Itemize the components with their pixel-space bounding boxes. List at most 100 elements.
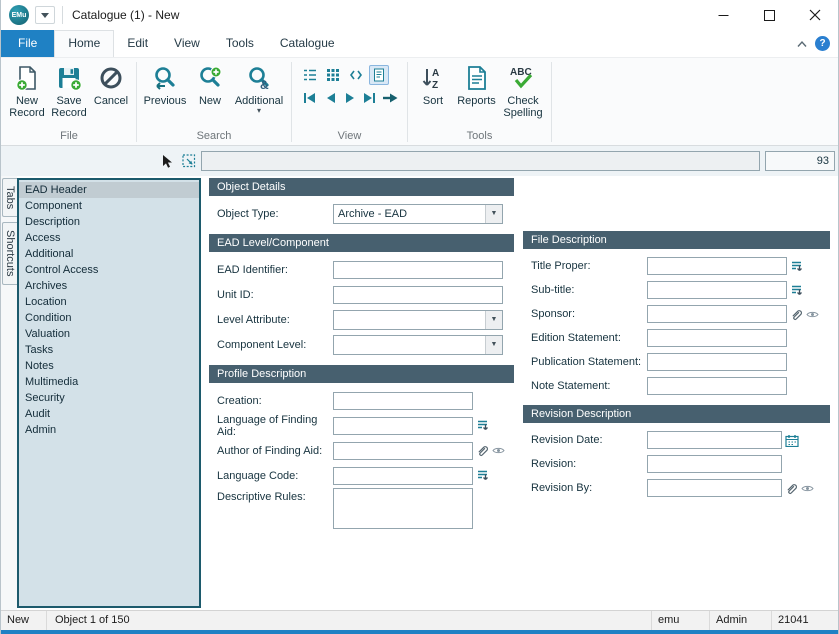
tab-home[interactable]: Home <box>54 30 114 57</box>
ead-identifier-input[interactable] <box>333 261 503 279</box>
maximize-button[interactable] <box>746 0 792 30</box>
sidebar-item-multimedia[interactable]: Multimedia <box>19 374 199 390</box>
sponsor-input[interactable] <box>647 305 787 323</box>
svg-text:Z: Z <box>432 80 438 91</box>
eye-icon[interactable] <box>806 310 819 319</box>
tab-view[interactable]: View <box>161 30 213 57</box>
descriptive-rules-textarea[interactable] <box>333 488 473 529</box>
side-tab-shortcuts[interactable]: Shortcuts <box>2 222 17 284</box>
creation-input[interactable] <box>333 392 473 410</box>
cancel-label: Cancel <box>94 95 128 107</box>
app-window: EMu Catalogue (1) - New File Home Edit V… <box>0 0 839 634</box>
eye-icon[interactable] <box>801 484 814 493</box>
sidebar-item-access[interactable]: Access <box>19 230 199 246</box>
view-mode-list-button[interactable] <box>300 65 320 85</box>
lookup-list-icon[interactable] <box>476 469 489 482</box>
field-label: Object Type: <box>217 208 333 220</box>
sidebar-item-description[interactable]: Description <box>19 214 199 230</box>
sort-label: Sort <box>423 95 443 107</box>
new-record-button[interactable]: New Record <box>6 60 48 119</box>
tab-catalogue[interactable]: Catalogue <box>267 30 348 57</box>
sidebar-item-tasks[interactable]: Tasks <box>19 342 199 358</box>
next-record-button[interactable] <box>342 92 356 104</box>
language-of-finding-aid-input[interactable] <box>333 417 473 435</box>
first-record-button[interactable] <box>302 92 318 104</box>
component-level-select[interactable]: ▼ <box>333 335 503 355</box>
last-record-button[interactable] <box>361 92 377 104</box>
check-spelling-button[interactable]: ABC Check Spelling <box>499 60 547 119</box>
summary-toolbar: 93 <box>1 146 838 176</box>
tab-tools[interactable]: Tools <box>213 30 267 57</box>
sidebar-item-admin[interactable]: Admin <box>19 422 199 438</box>
tab-file[interactable]: File <box>1 30 54 57</box>
close-button[interactable] <box>792 0 838 30</box>
lookup-list-icon[interactable] <box>476 419 489 432</box>
sidebar-item-valuation[interactable]: Valuation <box>19 326 199 342</box>
sidebar-item-location[interactable]: Location <box>19 294 199 310</box>
attachment-icon[interactable] <box>476 444 489 457</box>
eye-icon[interactable] <box>492 446 505 455</box>
note-statement-input[interactable] <box>647 377 787 395</box>
field-label: Level Attribute: <box>217 314 333 326</box>
new-search-icon <box>197 63 223 93</box>
edition-statement-input[interactable] <box>647 329 787 347</box>
minimize-button[interactable] <box>700 0 746 30</box>
sidebar-item-component[interactable]: Component <box>19 198 199 214</box>
attachment-icon[interactable] <box>785 482 798 495</box>
side-tab-tabs[interactable]: Tabs <box>2 178 17 217</box>
summary-field[interactable] <box>201 151 760 171</box>
additional-search-button[interactable]: & Additional ▾ <box>231 60 287 115</box>
additional-dropdown-icon: ▾ <box>257 107 261 115</box>
view-mode-details-button[interactable] <box>346 65 366 85</box>
revision-by-input[interactable] <box>647 479 782 497</box>
record-count-field: 93 <box>765 151 835 171</box>
language-code-input[interactable] <box>333 467 473 485</box>
author-of-finding-aid-input[interactable] <box>333 442 473 460</box>
ribbon-separator <box>407 62 408 142</box>
revision-input[interactable] <box>647 455 782 473</box>
ribbon-separator <box>136 62 137 142</box>
pointer-icon[interactable] <box>159 153 175 169</box>
publication-statement-input[interactable] <box>647 353 787 371</box>
field-label: Descriptive Rules: <box>217 488 333 503</box>
sidebar-item-notes[interactable]: Notes <box>19 358 199 374</box>
side-tabstrip: Tabs Shortcuts <box>1 176 17 610</box>
level-attribute-select[interactable]: ▼ <box>333 310 503 330</box>
check-spelling-icon: ABC <box>508 63 538 93</box>
field-label: Sub-title: <box>531 284 647 296</box>
quick-access-dropdown[interactable] <box>35 6 55 24</box>
window-controls <box>700 0 838 30</box>
sub-title-input[interactable] <box>647 281 787 299</box>
reports-button[interactable]: Reports <box>454 60 499 107</box>
lookup-list-icon[interactable] <box>790 284 803 297</box>
help-icon[interactable]: ? <box>815 36 830 51</box>
form-left-column: Object Details Object Type: Archive - EA… <box>209 178 514 529</box>
sort-button[interactable]: A Z Sort <box>412 60 454 107</box>
sidebar-item-control-access[interactable]: Control Access <box>19 262 199 278</box>
sidebar-item-audit[interactable]: Audit <box>19 406 199 422</box>
sidebar-item-security[interactable]: Security <box>19 390 199 406</box>
unit-id-input[interactable] <box>333 286 503 304</box>
view-mode-grid-button[interactable] <box>323 65 343 85</box>
sidebar-item-condition[interactable]: Condition <box>19 310 199 326</box>
cancel-button[interactable]: Cancel <box>90 60 132 107</box>
previous-search-button[interactable]: Previous <box>141 60 189 107</box>
new-search-button[interactable]: New <box>189 60 231 107</box>
revision-date-input[interactable] <box>647 431 782 449</box>
save-record-button[interactable]: Save Record <box>48 60 90 119</box>
ribbon-collapse-icon[interactable] <box>796 40 808 48</box>
sidebar-item-ead-header[interactable]: EAD Header <box>19 182 199 198</box>
sidebar-item-archives[interactable]: Archives <box>19 278 199 294</box>
lookup-list-icon[interactable] <box>790 260 803 273</box>
tab-edit[interactable]: Edit <box>114 30 161 57</box>
object-type-select[interactable]: Archive - EAD ▼ <box>333 204 503 224</box>
attachment-icon[interactable] <box>790 308 803 321</box>
title-proper-input[interactable] <box>647 257 787 275</box>
previous-search-icon <box>152 63 178 93</box>
calendar-icon[interactable] <box>785 434 799 447</box>
goto-record-button[interactable] <box>382 92 399 104</box>
sidebar-item-additional[interactable]: Additional <box>19 246 199 262</box>
select-all-icon[interactable] <box>181 153 197 169</box>
view-mode-page-button[interactable] <box>369 65 389 85</box>
previous-record-button[interactable] <box>323 92 337 104</box>
